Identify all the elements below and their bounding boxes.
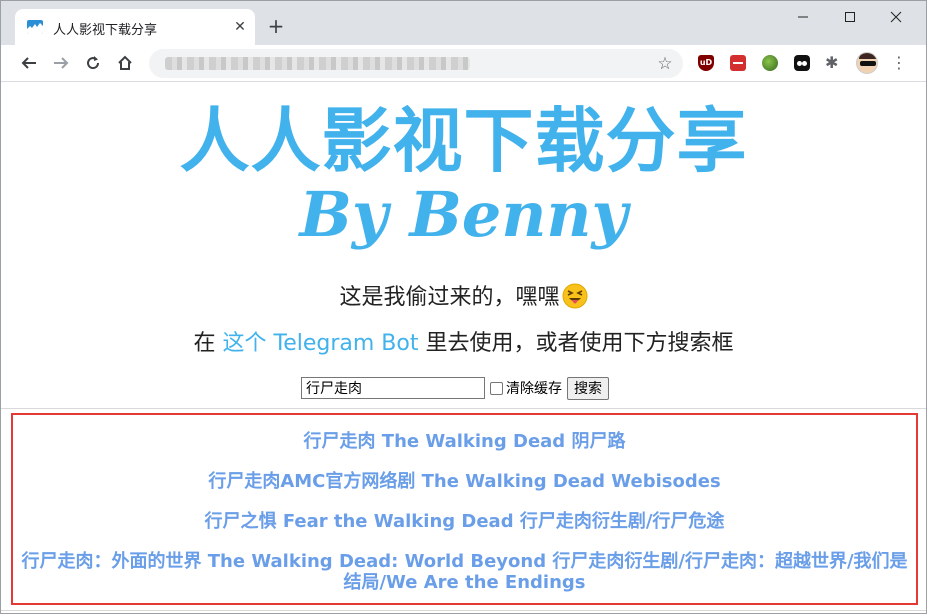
ublock-origin-icon[interactable]: uD: [698, 55, 714, 71]
close-window-button[interactable]: [873, 1, 919, 33]
new-tab-button[interactable]: +: [265, 15, 287, 37]
browser-window: 人人影视下载分享 ✕ + ☆ uD ✱ ⋮ 人人影视下载分享 By Benny …: [0, 0, 927, 614]
browser-toolbar: ☆ uD ✱ ⋮: [1, 45, 926, 82]
extensions-puzzle-icon[interactable]: ✱: [825, 54, 841, 72]
home-icon: [118, 55, 132, 70]
forward-button[interactable]: [47, 49, 75, 77]
reload-button[interactable]: [79, 49, 107, 77]
result-item[interactable]: 行尸走肉：外面的世界 The Walking Dead: World Beyon…: [13, 551, 916, 593]
search-button[interactable]: 搜索: [567, 376, 609, 400]
minimize-icon: [798, 16, 808, 18]
reload-icon: [87, 56, 100, 70]
instruction: 在 这个 Telegram Bot 里去使用，或者使用下方搜索框: [1, 329, 926, 359]
instruction-prefix: 在: [193, 331, 223, 356]
search-results: 行尸走肉 The Walking Dead 阴尸路 行尸走肉AMC官方网络剧 T…: [11, 413, 918, 605]
site-favicon-icon: [27, 20, 43, 34]
back-button[interactable]: [15, 49, 43, 77]
result-item[interactable]: 行尸走肉AMC官方网络剧 The Walking Dead Webisodes: [13, 471, 916, 492]
back-icon: [21, 57, 36, 69]
browser-menu-icon[interactable]: ⋮: [889, 53, 909, 73]
star-icon[interactable]: ☆: [655, 54, 675, 74]
result-item[interactable]: 行尸之惧 Fear the Walking Dead 行尸走肉衍生剧/行尸危途: [13, 511, 916, 532]
browser-tab[interactable]: 人人影视下载分享 ✕: [15, 9, 255, 45]
search-input[interactable]: [301, 377, 485, 399]
minimize-button[interactable]: [780, 1, 826, 33]
tagline: 这是我偷过来的，嘿嘿: [1, 283, 926, 313]
forward-icon: [54, 57, 69, 69]
tagline-text: 这是我偷过来的，嘿嘿: [339, 285, 560, 310]
address-bar-url: [165, 57, 470, 70]
address-bar[interactable]: ☆: [149, 49, 683, 78]
instruction-suffix: 里去使用，或者使用下方搜索框: [418, 331, 734, 356]
result-item[interactable]: 行尸走肉 The Walking Dead 阴尸路: [13, 431, 916, 452]
globe-extension-icon[interactable]: [762, 55, 778, 71]
page-content: 人人影视下载分享 By Benny 这是我偷过来的，嘿嘿 在 这个 Telegr…: [1, 83, 926, 613]
close-icon: [890, 11, 902, 23]
profile-avatar[interactable]: [856, 52, 878, 74]
divider: [1, 408, 926, 409]
maximize-button[interactable]: [827, 1, 873, 33]
telegram-bot-link[interactable]: 这个 Telegram Bot: [223, 331, 419, 356]
tab-close-icon[interactable]: ✕: [230, 17, 250, 37]
search-form: 清除缓存 搜索: [301, 376, 609, 400]
tab-strip: 人人影视下载分享 ✕ +: [1, 1, 926, 45]
divider: [1, 610, 926, 611]
tab-title: 人人影视下载分享: [53, 23, 158, 38]
hero-title: 人人影视下载分享: [179, 100, 748, 182]
home-button[interactable]: [111, 49, 139, 77]
maximize-icon: [845, 12, 855, 22]
tampermonkey-icon[interactable]: [794, 55, 810, 71]
clear-cache-checkbox[interactable]: [490, 381, 503, 395]
hero-subtitle: By Benny: [299, 178, 628, 251]
clear-cache-label[interactable]: 清除缓存: [506, 378, 562, 398]
red-extension-icon[interactable]: [730, 55, 746, 71]
squinting-tongue-emoji-icon: [562, 283, 588, 309]
